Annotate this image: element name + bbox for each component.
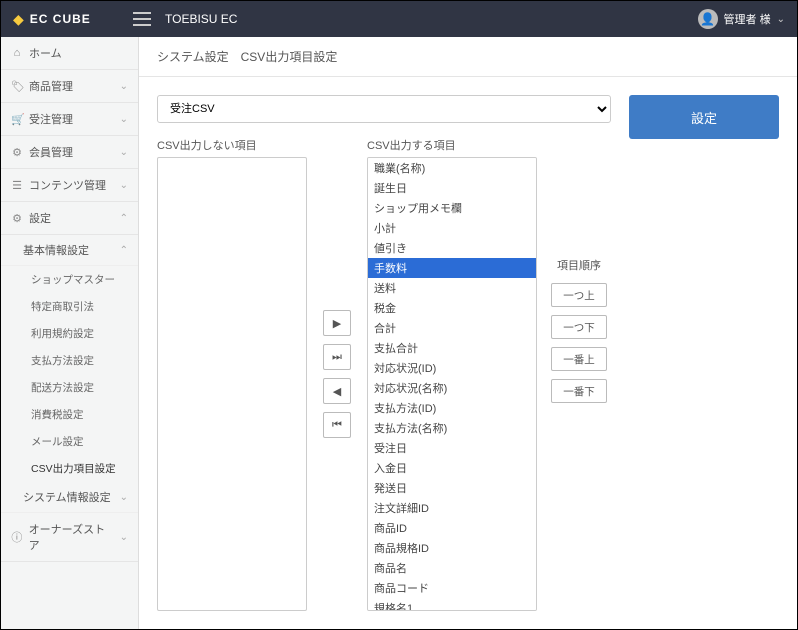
chevron-icon: ⌃: [120, 213, 128, 224]
order-up-button[interactable]: 一つ上: [551, 283, 607, 307]
list-item[interactable]: 入金日: [368, 458, 536, 478]
sidebar-sub-basic[interactable]: 基本情報設定 ⌃: [1, 235, 138, 266]
list-item[interactable]: 税金: [368, 298, 536, 318]
csv-type-select[interactable]: 受注CSV: [157, 95, 611, 123]
info-icon: ⓘ: [11, 529, 23, 545]
sidebar-leaf[interactable]: 支払方法設定: [1, 347, 138, 374]
sidebar-leaf[interactable]: 配送方法設定: [1, 374, 138, 401]
sidebar-item-label: 商品管理: [29, 78, 73, 94]
list-item[interactable]: 支払方法(名称): [368, 418, 536, 438]
sidebar-item-icon: ⚙: [11, 212, 23, 225]
sidebar-leaf[interactable]: 特定商取引法: [1, 293, 138, 320]
right-list-label: CSV出力する項目: [367, 137, 537, 153]
list-item[interactable]: 商品名: [368, 558, 536, 578]
chevron-down-icon: ⌄: [777, 14, 785, 25]
chevron-icon: ⌄: [120, 147, 128, 158]
list-item[interactable]: 支払合計: [368, 338, 536, 358]
move-all-left-button[interactable]: ⏮: [323, 412, 351, 438]
list-item[interactable]: 規格名1: [368, 598, 536, 611]
move-all-right-button[interactable]: ⏭: [323, 344, 351, 370]
sidebar-sub-label: システム情報設定: [23, 489, 111, 505]
shop-name: TOEBISU EC: [165, 12, 237, 26]
list-item[interactable]: 商品規格ID: [368, 538, 536, 558]
sidebar-item[interactable]: ⚙ 設定 ⌃: [1, 202, 138, 235]
chevron-icon: ⌄: [120, 180, 128, 191]
hamburger-icon[interactable]: [133, 12, 151, 26]
sidebar-item-label: 受注管理: [29, 111, 73, 127]
sidebar-sub-label: 基本情報設定: [23, 242, 89, 258]
sidebar-item-label: ホーム: [29, 45, 62, 61]
move-left-button[interactable]: ◀: [323, 378, 351, 404]
chevron-down-icon: ⌄: [120, 532, 128, 543]
logo: ◆ EC CUBE: [13, 11, 133, 28]
list-item[interactable]: 商品ID: [368, 518, 536, 538]
list-item[interactable]: ショップ用メモ欄: [368, 198, 536, 218]
list-item[interactable]: 対応状況(ID): [368, 358, 536, 378]
sidebar-item-owners[interactable]: ⓘ オーナーズストア ⌄: [1, 513, 138, 562]
side-panel: 設定: [629, 95, 779, 611]
breadcrumb: システム設定 CSV出力項目設定: [139, 37, 797, 77]
sidebar-leaf[interactable]: ショップマスター: [1, 266, 138, 293]
crumb-1: システム設定: [157, 48, 229, 65]
sidebar-item-icon: ☰: [11, 179, 23, 192]
sidebar-item[interactable]: ⌂ ホーム: [1, 37, 138, 70]
topbar: ◆ EC CUBE TOEBISU EC 👤 管理者 様 ⌄: [1, 1, 797, 37]
list-item[interactable]: 注文詳細ID: [368, 498, 536, 518]
list-item[interactable]: 送料: [368, 278, 536, 298]
chevron-icon: ⌄: [120, 81, 128, 92]
logo-cube-icon: ◆: [13, 11, 24, 28]
sidebar-item-icon: ⚙: [11, 146, 23, 159]
sidebar-item[interactable]: ☰ コンテンツ管理 ⌄: [1, 169, 138, 202]
list-item[interactable]: 値引き: [368, 238, 536, 258]
chevron-icon: ⌄: [120, 114, 128, 125]
list-item[interactable]: 小計: [368, 218, 536, 238]
list-item[interactable]: 発送日: [368, 478, 536, 498]
sidebar-item[interactable]: 🏷 商品管理 ⌄: [1, 70, 138, 103]
left-listbox[interactable]: [157, 157, 307, 611]
list-item[interactable]: 職業(名称): [368, 158, 536, 178]
sidebar-item-label: オーナーズストア: [29, 521, 114, 553]
sidebar: ⌂ ホーム 🏷 商品管理 ⌄ 🛒 受注管理 ⌄ ⚙ 会員管理 ⌄ ☰ コンテンツ管理 ⌄ ⚙ 設定 ⌃ 基本情報…: [1, 37, 139, 629]
sidebar-item-icon: 🏷: [11, 80, 23, 93]
user-menu[interactable]: 👤 管理者 様 ⌄: [698, 9, 785, 29]
list-item[interactable]: 手数料: [368, 258, 536, 278]
order-down-button[interactable]: 一つ下: [551, 315, 607, 339]
sidebar-item-icon: 🛒: [11, 113, 23, 126]
order-top-button[interactable]: 一番上: [551, 347, 607, 371]
crumb-2: CSV出力項目設定: [241, 48, 338, 65]
user-label: 管理者 様: [724, 11, 771, 27]
move-right-button[interactable]: ▶: [323, 310, 351, 336]
avatar-icon: 👤: [698, 9, 718, 29]
sidebar-item-label: 会員管理: [29, 144, 73, 160]
list-item[interactable]: 合計: [368, 318, 536, 338]
sidebar-leaf[interactable]: 利用規約設定: [1, 320, 138, 347]
order-bottom-button[interactable]: 一番下: [551, 379, 607, 403]
logo-text: EC CUBE: [30, 12, 91, 26]
list-item[interactable]: 受注日: [368, 438, 536, 458]
right-listbox[interactable]: 職業(名称)誕生日ショップ用メモ欄小計値引き手数料送料税金合計支払合計対応状況(…: [367, 157, 537, 611]
save-button[interactable]: 設定: [629, 95, 779, 139]
sidebar-leaf[interactable]: CSV出力項目設定: [1, 455, 138, 482]
list-item[interactable]: 支払方法(ID): [368, 398, 536, 418]
left-list-label: CSV出力しない項目: [157, 137, 307, 153]
sidebar-item-label: コンテンツ管理: [29, 177, 106, 193]
sidebar-item-icon: ⌂: [11, 47, 23, 59]
sidebar-item[interactable]: ⚙ 会員管理 ⌄: [1, 136, 138, 169]
sidebar-item-label: 設定: [29, 210, 51, 226]
sidebar-item[interactable]: 🛒 受注管理 ⌄: [1, 103, 138, 136]
list-item[interactable]: 誕生日: [368, 178, 536, 198]
chevron-down-icon: ⌄: [120, 492, 128, 503]
list-item[interactable]: 商品コード: [368, 578, 536, 598]
sidebar-sub-system[interactable]: システム情報設定 ⌄: [1, 482, 138, 513]
list-item[interactable]: 対応状況(名称): [368, 378, 536, 398]
chevron-up-icon: ⌃: [120, 245, 128, 256]
sidebar-leaf[interactable]: 消費税設定: [1, 401, 138, 428]
sidebar-leaf[interactable]: メール設定: [1, 428, 138, 455]
order-title: 項目順序: [557, 257, 601, 273]
main: システム設定 CSV出力項目設定 受注CSV CSV出力しない項目: [139, 37, 797, 629]
